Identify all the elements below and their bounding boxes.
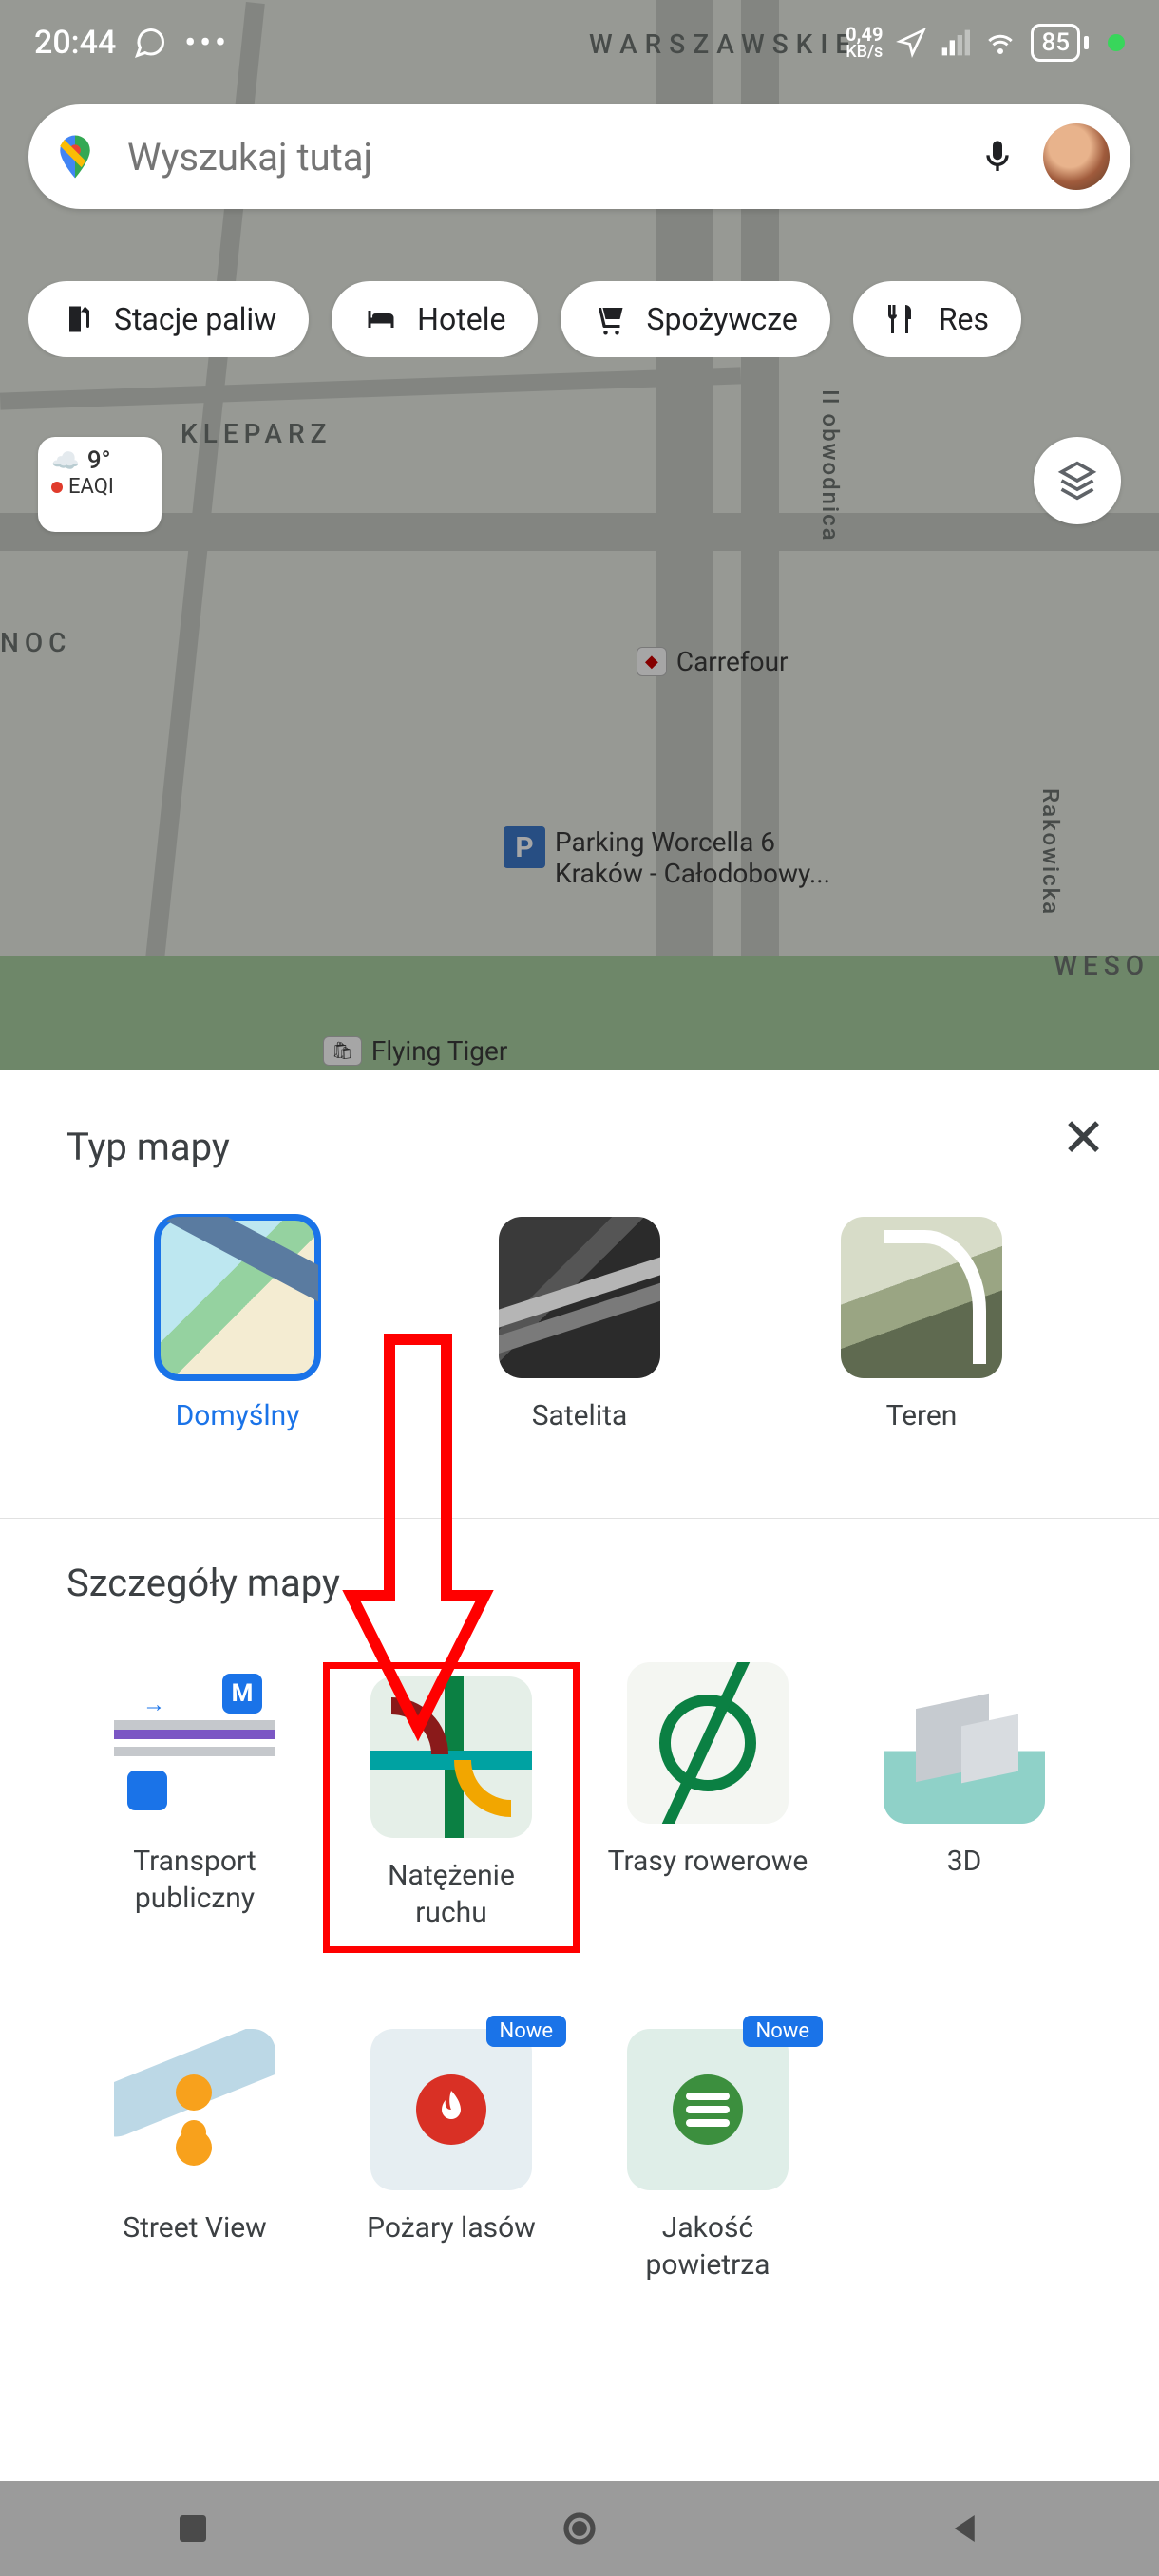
bed-icon (364, 302, 398, 336)
map-type-satellite[interactable]: Satelita (408, 1217, 750, 1434)
status-time: 20:44 (34, 24, 116, 62)
detail-wildfires-label: Pożary lasów (367, 2209, 536, 2246)
neighborhood-kleparz: KLEPARZ (180, 418, 332, 449)
chip-hotels-label: Hotele (417, 301, 505, 337)
chip-restaurants-label: Res (939, 301, 989, 337)
map-details-grid: M→ Transportpubliczny Natężenieruchu Tra… (0, 1605, 1159, 2321)
nav-back-button[interactable] (946, 2509, 986, 2548)
maps-logo-icon (49, 131, 101, 182)
map-type-terrain-thumb (841, 1217, 1002, 1378)
chip-grocery-label: Spożywcze (646, 301, 797, 337)
detail-transit-thumb: M→ (114, 1662, 276, 1824)
detail-streetview-label: Street View (123, 2209, 266, 2246)
close-button[interactable]: ✕ (1061, 1111, 1106, 1165)
detail-traffic-label: Natężenieruchu (388, 1857, 515, 1931)
location-icon (896, 28, 926, 58)
cellular-icon (940, 28, 970, 58)
map-type-terrain[interactable]: Teren (750, 1217, 1092, 1434)
search-input[interactable] (127, 135, 952, 180)
map-type-grid: Domyślny Satelita Teren (0, 1169, 1159, 1472)
detail-air-quality-label: Jakośćpowietrza (646, 2209, 770, 2283)
network-speed: 0,49KB/s (846, 25, 883, 61)
detail-3d-label: 3D (947, 1843, 982, 1880)
neighborhood-wesol: WESO (1054, 950, 1150, 981)
poi-carrefour-label: Carrefour (676, 646, 788, 677)
poi-flying-tiger-label: Flying Tiger (371, 1035, 508, 1067)
poi-parking[interactable]: P Parking Worcella 6 Kraków - Całodobowy… (504, 826, 830, 889)
detail-3d-thumb (884, 1662, 1045, 1824)
battery-indicator: 85 (1031, 24, 1089, 62)
detail-bike[interactable]: Trasy rowerowe (580, 1662, 836, 1953)
detail-streetview-thumb (114, 2029, 276, 2190)
status-bar: 20:44 ••• 0,49KB/s 85 (0, 0, 1159, 85)
map-type-default-label: Domyślny (176, 1397, 300, 1434)
badge-new: Nowe (743, 2016, 823, 2047)
detail-bike-thumb (627, 1662, 788, 1824)
privacy-dot-icon (1108, 34, 1125, 51)
poi-carrefour[interactable]: ◆ Carrefour (636, 646, 788, 677)
system-nav-bar (0, 2481, 1159, 2576)
badge-new: Nowe (486, 2016, 566, 2047)
detail-wildfires[interactable]: Nowe Pożary lasów (323, 2029, 580, 2283)
nav-recent-button[interactable] (173, 2509, 213, 2548)
detail-transit-label: Transportpubliczny (133, 1843, 256, 1917)
map-type-default[interactable]: Domyślny (66, 1217, 408, 1434)
neighborhood-noc: NOC (0, 627, 71, 658)
cart-icon (593, 302, 627, 336)
detail-streetview[interactable]: Street View (66, 2029, 323, 2283)
road-label-rakowicka: Rakowicka (1037, 788, 1064, 916)
detail-traffic[interactable]: Natężenieruchu (323, 1662, 580, 1953)
map-type-terrain-label: Teren (886, 1397, 958, 1434)
chip-grocery[interactable]: Spożywcze (560, 281, 829, 357)
map-type-satellite-thumb (499, 1217, 660, 1378)
layers-button[interactable] (1034, 437, 1121, 524)
poi-parking-label-2: Kraków - Całodobowy... (555, 858, 830, 889)
more-icon: ••• (184, 24, 230, 62)
layers-bottom-sheet: ✕ Typ mapy Domyślny Satelita Teren Szcze… (0, 1070, 1159, 2481)
wifi-icon (983, 26, 1017, 60)
restaurant-icon (885, 302, 920, 336)
layers-icon (1056, 460, 1098, 502)
detail-transit[interactable]: M→ Transportpubliczny (66, 1662, 323, 1953)
detail-wildfires-thumb (370, 2029, 532, 2190)
detail-3d[interactable]: 3D (836, 1662, 1092, 1953)
chip-restaurants[interactable]: Res (853, 281, 1021, 357)
nav-home-button[interactable] (560, 2509, 599, 2548)
map-type-satellite-label: Satelita (532, 1397, 628, 1434)
detail-air-quality[interactable]: Nowe Jakośćpowietrza (580, 2029, 836, 2283)
chip-gas-label: Stacje paliw (114, 301, 276, 337)
detail-bike-label: Trasy rowerowe (608, 1843, 808, 1880)
gas-icon (61, 302, 95, 336)
category-chips[interactable]: Stacje paliw Hotele Spożywcze Res (28, 281, 1159, 357)
detail-air-quality-thumb (627, 2029, 788, 2190)
weather-temp: 9° (87, 446, 111, 475)
map-details-heading: Szczegóły mapy (0, 1561, 1159, 1605)
parking-icon: P (504, 826, 545, 868)
chip-hotels[interactable]: Hotele (332, 281, 538, 357)
map-type-heading: Typ mapy (0, 1125, 1159, 1169)
chip-gas[interactable]: Stacje paliw (28, 281, 309, 357)
map-type-default-thumb (157, 1217, 318, 1378)
poi-flying-tiger[interactable]: 🛍 Flying Tiger (323, 1035, 507, 1067)
account-avatar[interactable] (1043, 123, 1110, 190)
section-divider (0, 1518, 1159, 1519)
whatsapp-icon (133, 26, 167, 60)
poi-parking-label-1: Parking Worcella 6 (555, 826, 830, 858)
mic-icon[interactable] (978, 131, 1016, 182)
weather-eaqi: EAQI (51, 475, 148, 499)
road-label-ring: II obwodnica (817, 389, 844, 542)
weather-widget[interactable]: ☁️9° EAQI (38, 437, 162, 532)
search-bar[interactable] (28, 104, 1130, 209)
detail-traffic-thumb (370, 1676, 532, 1838)
